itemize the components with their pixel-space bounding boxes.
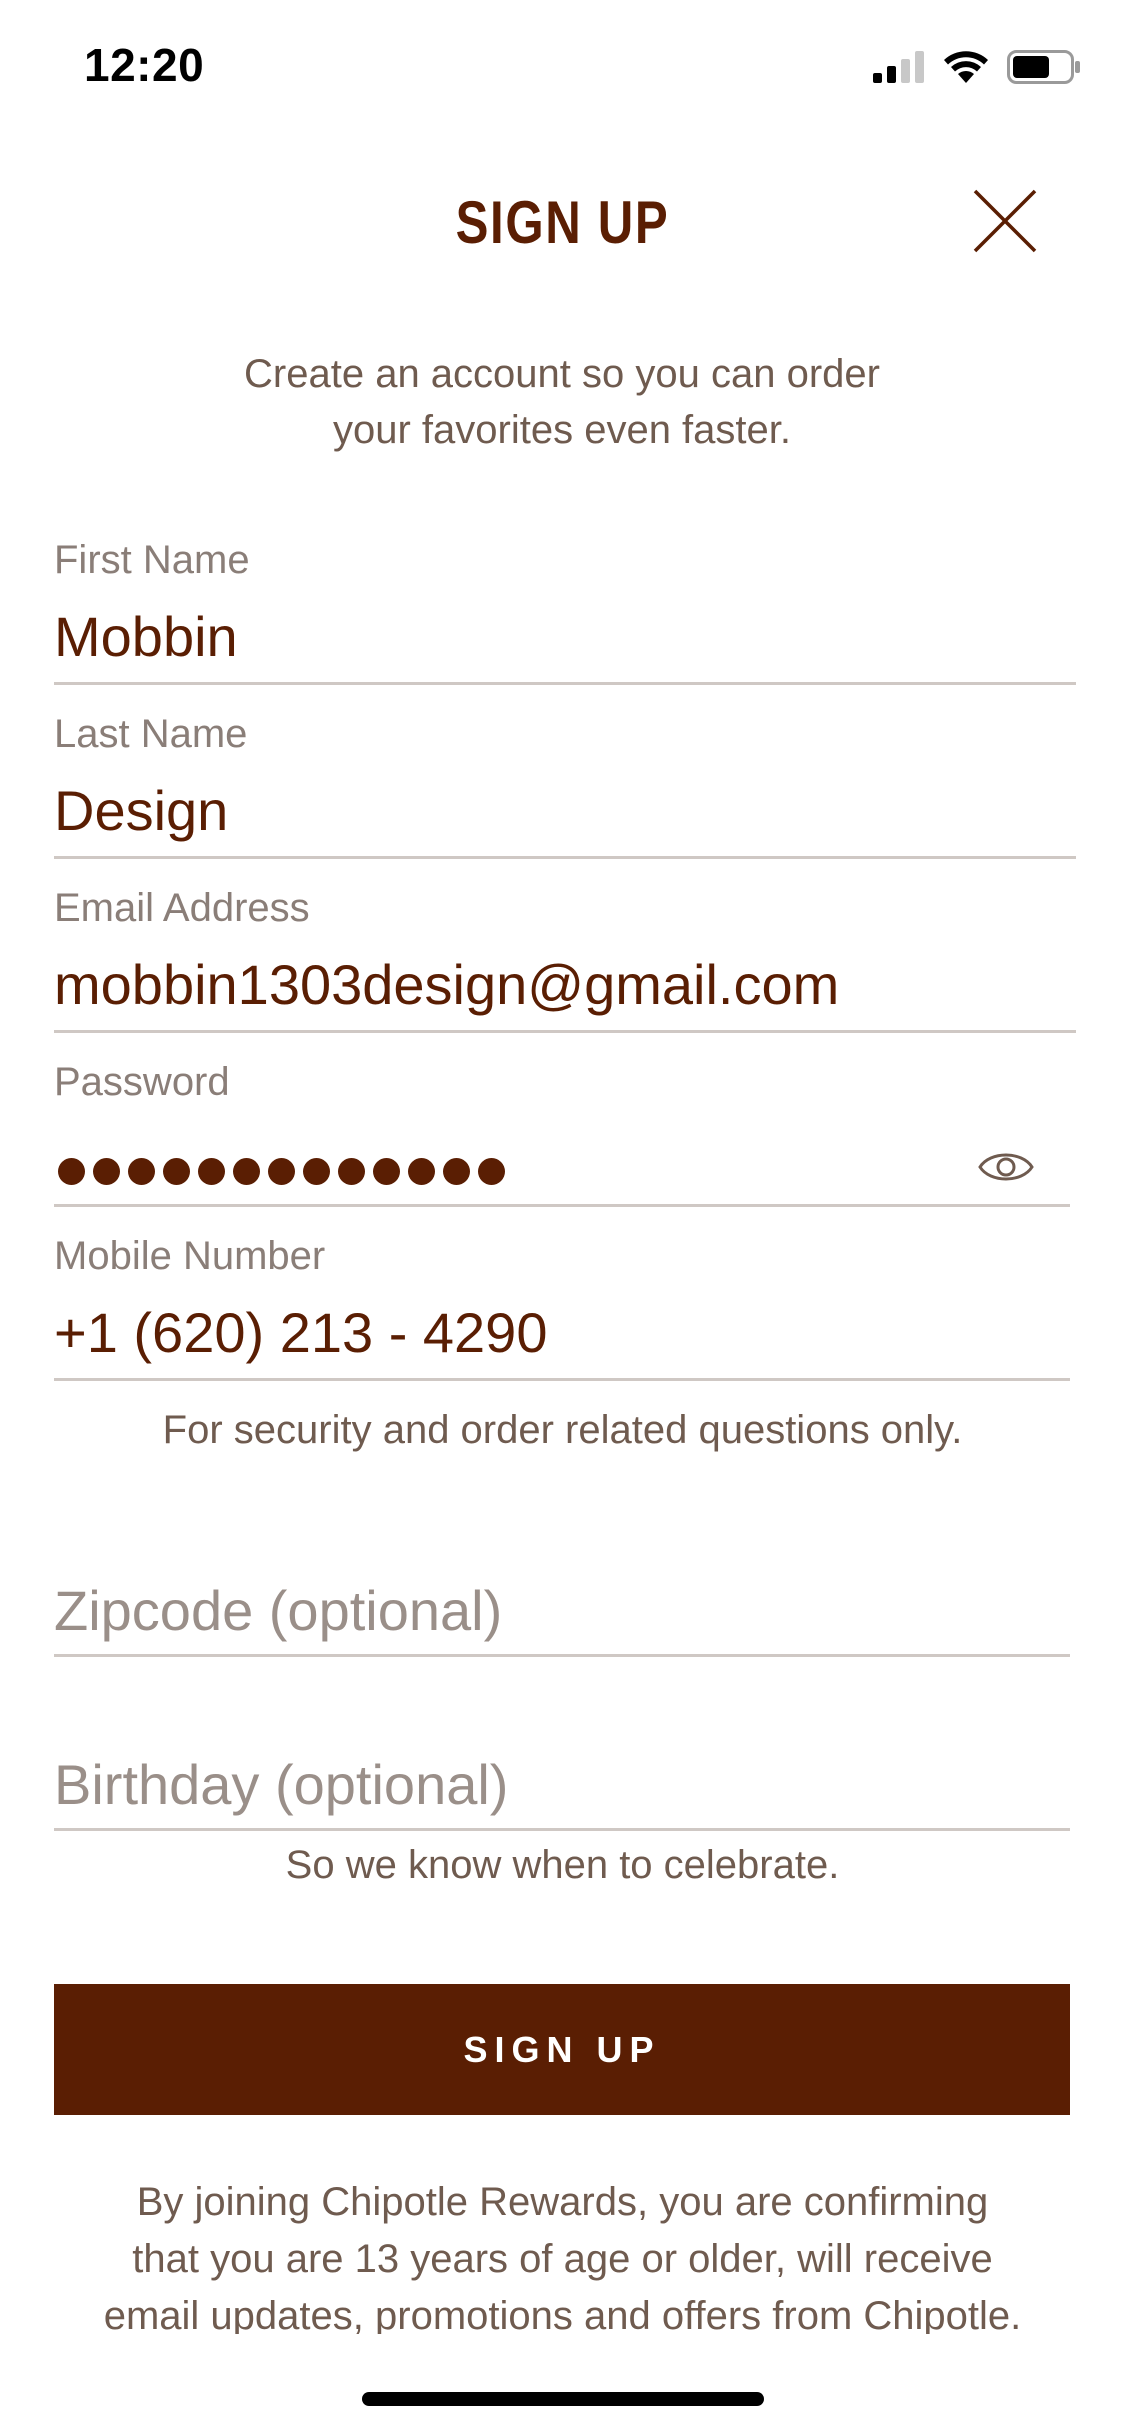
mobile-number-input[interactable]: +1 (620) 213 - 4290 (54, 1300, 547, 1365)
birthday-field[interactable]: Birthday (optional) (54, 1740, 1070, 1831)
mobile-number-hint: For security and order related questions… (162, 1408, 963, 1452)
password-mask-dot (408, 1158, 435, 1185)
password-mask-dot (128, 1158, 155, 1185)
eye-icon (978, 1153, 1034, 1181)
intro-line-1: Create an account so you can order (244, 352, 880, 396)
status-time: 12:20 (84, 39, 205, 91)
page-title: SIGN UP (455, 189, 670, 256)
cellular-signal-icon (873, 51, 924, 83)
password-mask-dot (373, 1158, 400, 1185)
password-label: Password (54, 1060, 230, 1104)
status-bar: 12:20 (0, 0, 1125, 132)
birthday-input[interactable]: Birthday (optional) (54, 1752, 508, 1817)
password-mask-dot (478, 1158, 505, 1185)
legal-line-3: email updates, promotions and offers fro… (103, 2294, 1022, 2334)
email-label: Email Address (54, 886, 310, 930)
password-mask-dot (303, 1158, 330, 1185)
battery-icon (1007, 50, 1080, 84)
password-mask-dot (443, 1158, 470, 1185)
zipcode-field[interactable]: Zipcode (optional) (54, 1566, 1070, 1657)
last-name-label: Last Name (54, 712, 248, 756)
wifi-icon (944, 51, 988, 83)
password-field[interactable]: Password (54, 1060, 1070, 1207)
password-mask-dot (58, 1158, 85, 1185)
last-name-input[interactable]: Design (54, 778, 228, 843)
status-icons (873, 50, 1081, 84)
legal-line-2: that you are 13 years of age or older, w… (132, 2237, 993, 2281)
password-mask-dot (93, 1158, 120, 1185)
password-mask-dot (163, 1158, 190, 1185)
password-input[interactable] (58, 1158, 505, 1185)
password-mask-dot (268, 1158, 295, 1185)
password-mask-dot (233, 1158, 260, 1185)
email-input[interactable]: mobbin1303design@gmail.com (54, 952, 839, 1017)
home-indicator (362, 2392, 764, 2406)
first-name-input[interactable]: Mobbin (54, 604, 238, 669)
first-name-field[interactable]: First Name Mobbin (54, 538, 1076, 685)
legal-line-1: By joining Chipotle Rewards, you are con… (136, 2180, 989, 2224)
mobile-number-field[interactable]: Mobile Number +1 (620) 213 - 4290 (54, 1234, 1070, 1381)
first-name-label: First Name (54, 538, 250, 582)
password-mask-dot (198, 1158, 225, 1185)
email-field[interactable]: Email Address mobbin1303design@gmail.com (54, 886, 1076, 1033)
close-icon (973, 189, 1037, 253)
intro-line-2: your favorites even faster. (332, 408, 791, 452)
last-name-field[interactable]: Last Name Design (54, 712, 1076, 859)
password-mask-dot (338, 1158, 365, 1185)
close-button[interactable] (972, 188, 1038, 254)
legal-text: By joining Chipotle Rewards, you are con… (80, 2174, 1045, 2334)
intro-text: Create an account so you can order your … (112, 346, 1012, 458)
sign-up-button[interactable]: SIGN UP (54, 1984, 1070, 2115)
birthday-hint: So we know when to celebrate. (285, 1843, 840, 1887)
show-password-button[interactable] (978, 1148, 1034, 1186)
zipcode-input[interactable]: Zipcode (optional) (54, 1578, 502, 1643)
mobile-number-label: Mobile Number (54, 1234, 326, 1278)
